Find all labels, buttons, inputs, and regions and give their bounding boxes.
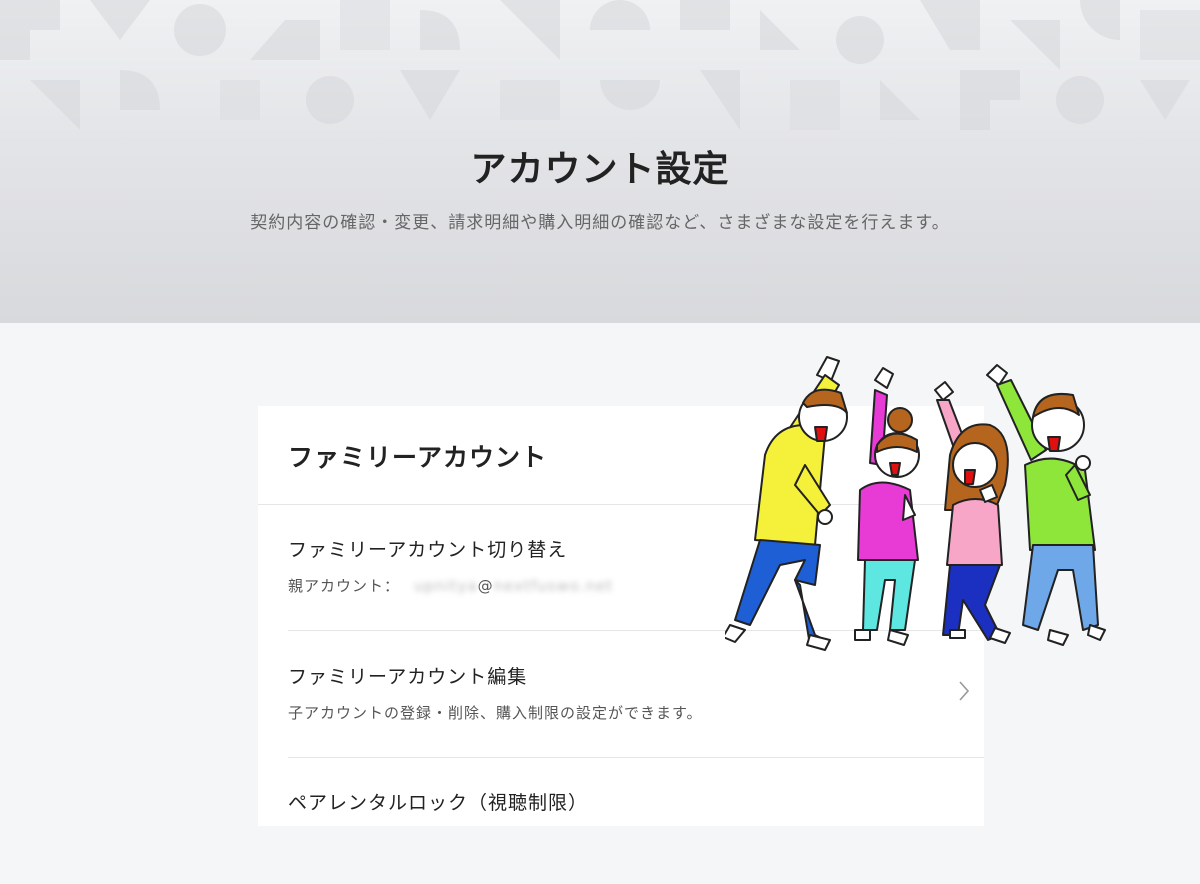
item-title: ペアレンタルロック（視聴制限） <box>288 792 589 814</box>
page-title: アカウント設定 <box>470 149 730 190</box>
email-local-part-blurred: upnitya <box>414 577 478 595</box>
email-at-sign: @ <box>477 577 494 595</box>
item-description: 親アカウント： upnitya@nextfuswo.net <box>288 575 613 596</box>
parent-account-label: 親アカウント： <box>288 577 401 595</box>
email-domain-blurred: nextfuswo.net <box>493 577 614 595</box>
section-title: ファミリーアカウント <box>288 443 548 472</box>
page-subtitle: 契約内容の確認・変更、請求明細や購入明細の確認など、さまざまな設定を行えます。 <box>250 213 950 233</box>
item-title: ファミリーアカウント編集 <box>288 666 528 688</box>
chevron-right-icon <box>959 681 970 701</box>
item-description: 子アカウントの登録・削除、購入制限の設定ができます。 <box>288 704 703 722</box>
parental-lock-item[interactable]: ペアレンタルロック（視聴制限） <box>288 758 984 884</box>
item-title: ファミリーアカウント切り替え <box>288 539 568 561</box>
hero-banner: アカウント設定 契約内容の確認・変更、請求明細や購入明細の確認など、さまざまな設… <box>0 0 1200 323</box>
family-cheering-illustration <box>725 356 1106 651</box>
